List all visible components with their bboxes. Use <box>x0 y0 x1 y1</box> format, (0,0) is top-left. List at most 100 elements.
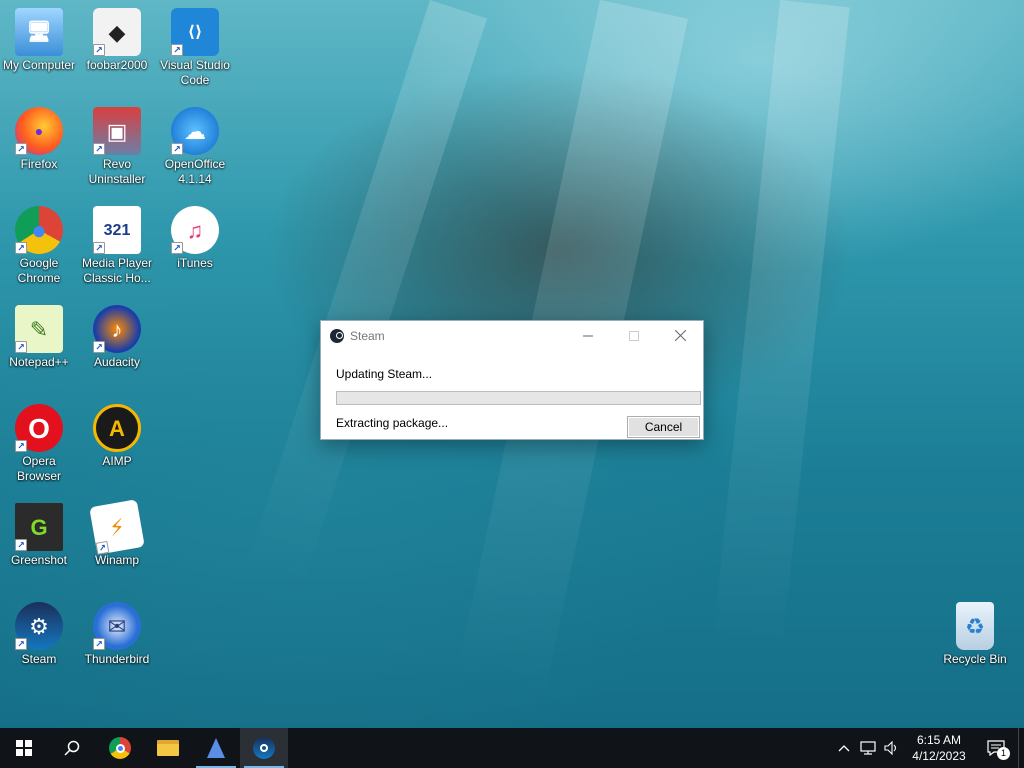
desktop-icon-label: Steam <box>21 652 57 666</box>
folder-icon <box>157 740 179 756</box>
shortcut-arrow-icon: ↗ <box>15 539 27 551</box>
shortcut-arrow-icon: ↗ <box>15 341 27 353</box>
chrome-icon: ● ↗ <box>15 206 63 254</box>
desktop-icon-label: Media Player Classic Ho... <box>81 256 153 285</box>
itunes-icon: ♫ ↗ <box>171 206 219 254</box>
recycle-bin-icon: ♻ <box>956 602 994 650</box>
action-center-button[interactable]: 1 <box>974 728 1018 768</box>
notepad-plus-plus-icon: ✎ ↗ <box>15 305 63 353</box>
desktop-icon-my-computer[interactable]: 🖥 My Computer <box>0 8 78 73</box>
openoffice-icon: ☁ ↗ <box>171 107 219 155</box>
desktop-icon-steam[interactable]: ⚙ ↗ Steam <box>0 602 78 667</box>
desktop-icon-label: Notepad++ <box>9 355 69 369</box>
shortcut-arrow-icon: ↗ <box>15 440 27 452</box>
system-tray: 6:15 AM 4/12/2023 1 <box>832 728 1024 768</box>
shortcut-arrow-icon: ↗ <box>15 242 27 254</box>
taskbar: 6:15 AM 4/12/2023 1 <box>0 728 1024 768</box>
windows-logo-icon <box>16 740 32 756</box>
minimize-icon <box>583 335 593 336</box>
desktop-icon-foobar2000[interactable]: ◆ ↗ foobar2000 <box>78 8 156 73</box>
desktop-icon-label: foobar2000 <box>86 58 148 72</box>
shortcut-arrow-icon: ↗ <box>95 540 110 555</box>
wallpaper-light-ray <box>712 0 850 654</box>
network-icon <box>860 741 876 755</box>
desktop-icon-media-player-classic[interactable]: 321 ↗ Media Player Classic Ho... <box>78 206 156 286</box>
dialog-title: Steam <box>350 328 385 343</box>
taskbar-app[interactable] <box>192 728 240 768</box>
desktop-icon-greenshot[interactable]: G ↗ Greenshot <box>0 503 78 568</box>
steam-logo-icon <box>330 328 344 343</box>
chevron-up-icon <box>838 745 850 752</box>
close-icon <box>674 330 686 341</box>
desktop-icon-label: Winamp <box>94 553 139 567</box>
desktop-icon-label: Firefox <box>20 157 58 171</box>
chrome-icon <box>109 737 131 759</box>
desktop-icon-recycle-bin[interactable]: ♻ Recycle Bin <box>936 602 1014 667</box>
shortcut-arrow-icon: ↗ <box>93 143 105 155</box>
desktop-icon-winamp[interactable]: ⚡ ↗ Winamp <box>78 499 156 568</box>
vscode-icon: ⟨⟩ ↗ <box>171 8 219 56</box>
desktop-icon-aimp[interactable]: A AIMP <box>78 404 156 469</box>
desktop-icon-google-chrome[interactable]: ● ↗ Google Chrome <box>0 206 78 286</box>
volume-button[interactable] <box>880 728 904 768</box>
audacity-icon: ♪ ↗ <box>93 305 141 353</box>
thunderbird-icon: ✉ ↗ <box>93 602 141 650</box>
desktop-icon-label: Revo Uninstaller <box>88 157 146 186</box>
maximize-button[interactable] <box>611 321 657 350</box>
desktop-icon-label: Thunderbird <box>84 652 150 666</box>
desktop-icon-label: Audacity <box>93 355 141 369</box>
foobar-icon: ◆ ↗ <box>93 8 141 56</box>
greenshot-icon: G ↗ <box>15 503 63 551</box>
notification-count-badge: 1 <box>997 747 1010 760</box>
dialog-titlebar[interactable]: Steam <box>321 321 703 350</box>
update-progress-bar <box>336 391 701 405</box>
desktop-icon-notepad-plus-plus[interactable]: ✎ ↗ Notepad++ <box>0 305 78 370</box>
desktop-icon-label: Google Chrome <box>17 256 61 285</box>
shortcut-arrow-icon: ↗ <box>93 638 105 650</box>
bird-icon <box>207 738 225 758</box>
desktop-icon-opera-browser[interactable]: O ↗ Opera Browser <box>0 404 78 484</box>
steam-update-dialog: Steam Updating Steam... Extracting packa… <box>320 320 704 440</box>
cancel-button[interactable]: Cancel <box>627 416 700 438</box>
close-button[interactable] <box>657 321 703 350</box>
wallpaper-light-ray <box>244 0 488 590</box>
shortcut-arrow-icon: ↗ <box>15 143 27 155</box>
shortcut-arrow-icon: ↗ <box>93 242 105 254</box>
clock-date: 4/12/2023 <box>912 749 966 763</box>
minimize-button[interactable] <box>565 321 611 350</box>
desktop-icon-firefox[interactable]: ● ↗ Firefox <box>0 107 78 172</box>
desktop-icon-label: Opera Browser <box>16 454 61 483</box>
taskbar-file-explorer[interactable] <box>144 728 192 768</box>
desktop-icon-thunderbird[interactable]: ✉ ↗ Thunderbird <box>78 602 156 667</box>
winamp-icon: ⚡ ↗ <box>89 499 145 555</box>
desktop-icon-label: My Computer <box>2 58 76 72</box>
start-button[interactable] <box>0 728 48 768</box>
search-icon <box>64 740 80 756</box>
speaker-icon <box>884 741 897 755</box>
steam-icon <box>253 737 275 759</box>
shortcut-arrow-icon: ↗ <box>93 44 105 56</box>
steam-icon: ⚙ ↗ <box>15 602 63 650</box>
show-hidden-icons-button[interactable] <box>832 728 856 768</box>
taskbar-steam[interactable] <box>240 728 288 768</box>
taskbar-chrome[interactable] <box>96 728 144 768</box>
maximize-icon <box>629 330 639 341</box>
aimp-icon: A <box>93 404 141 452</box>
desktop-icon-label: Visual Studio Code <box>160 58 230 87</box>
opera-icon: O ↗ <box>15 404 63 452</box>
desktop-icon-openoffice[interactable]: ☁ ↗ OpenOffice 4.1.14 <box>156 107 234 187</box>
taskbar-clock[interactable]: 6:15 AM 4/12/2023 <box>904 732 974 764</box>
shortcut-arrow-icon: ↗ <box>171 143 183 155</box>
desktop-icon-itunes[interactable]: ♫ ↗ iTunes <box>156 206 234 271</box>
desktop-icon-vscode[interactable]: ⟨⟩ ↗ Visual Studio Code <box>156 8 234 88</box>
desktop-icon-audacity[interactable]: ♪ ↗ Audacity <box>78 305 156 370</box>
desktop-icon-revo-uninstaller[interactable]: ▣ ↗ Revo Uninstaller <box>78 107 156 187</box>
network-button[interactable] <box>856 728 880 768</box>
shortcut-arrow-icon: ↗ <box>171 242 183 254</box>
search-button[interactable] <box>48 728 96 768</box>
update-status-text: Updating Steam... <box>336 367 433 381</box>
shortcut-arrow-icon: ↗ <box>171 44 183 56</box>
show-desktop-button[interactable] <box>1018 728 1024 768</box>
revo-uninstaller-icon: ▣ ↗ <box>93 107 141 155</box>
desktop-icon-label: OpenOffice 4.1.14 <box>164 157 226 186</box>
